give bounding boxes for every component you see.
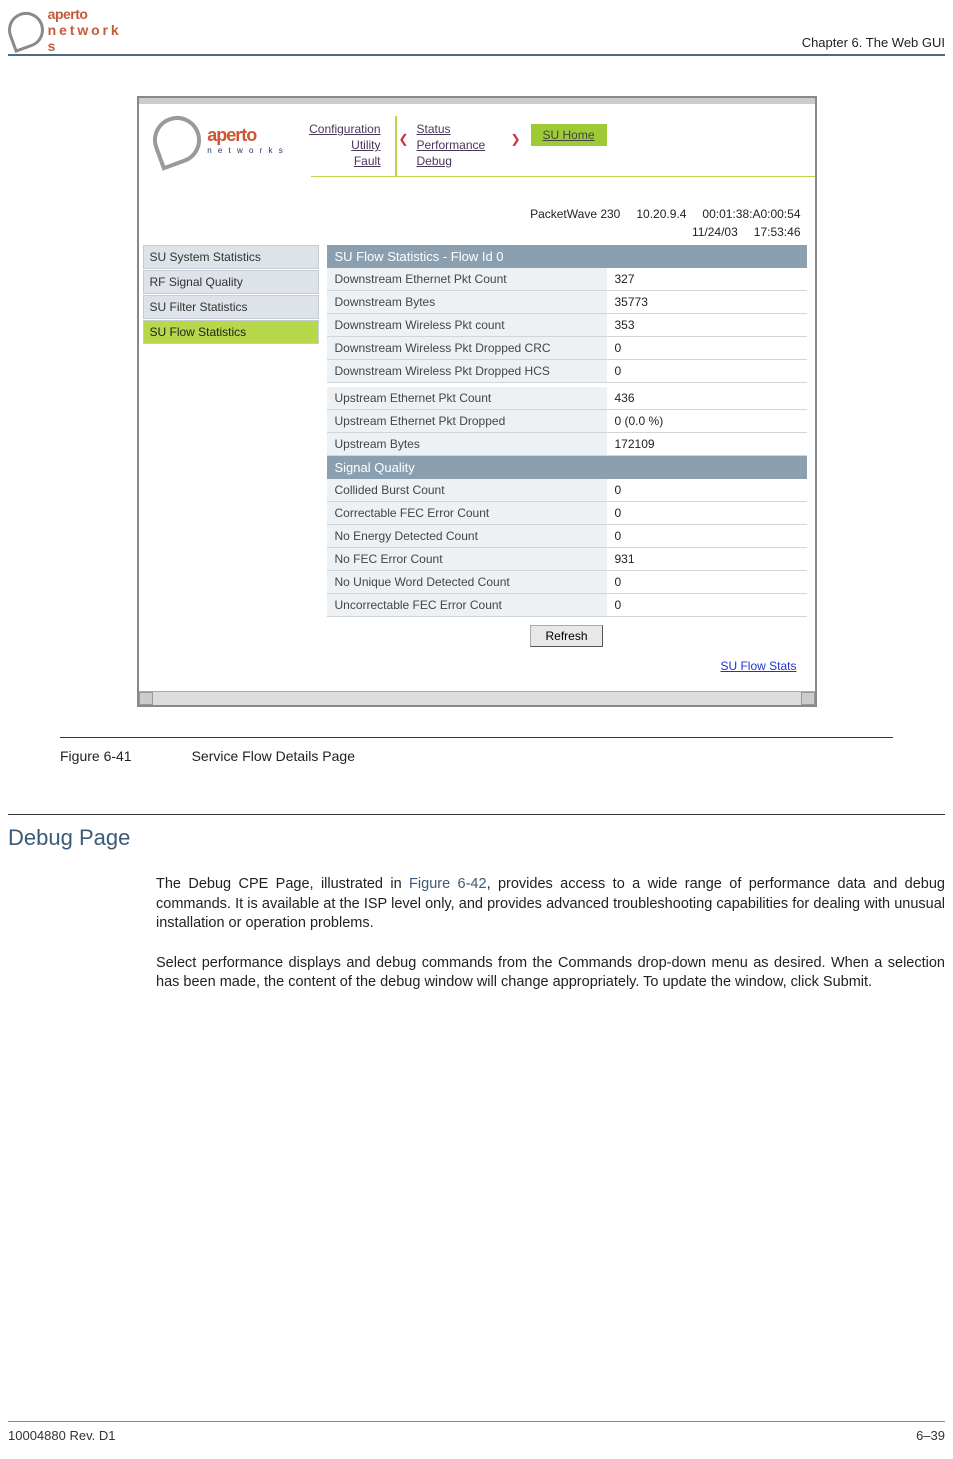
- nav-fault[interactable]: Fault: [306, 154, 381, 168]
- figure-reference: Figure 6-42: [409, 876, 487, 892]
- stat-label: No Energy Detected Count: [327, 525, 607, 547]
- stat-value: 0: [607, 337, 807, 359]
- body-paragraph-2: Select performance displays and debug co…: [0, 954, 953, 1013]
- stat-label: Downstream Wireless Pkt count: [327, 314, 607, 336]
- stat-value: 0: [607, 571, 807, 593]
- stat-label: Downstream Wireless Pkt Dropped CRC: [327, 337, 607, 359]
- stat-value: 35773: [607, 291, 807, 313]
- nav-configuration[interactable]: Configuration: [306, 122, 381, 136]
- stat-label: Downstream Ethernet Pkt Count: [327, 268, 607, 290]
- sidebar-item-filter-stats[interactable]: SU Filter Statistics: [143, 295, 319, 319]
- stat-label: No Unique Word Detected Count: [327, 571, 607, 593]
- stat-value: 0: [607, 502, 807, 524]
- header-rule: [8, 54, 945, 56]
- nav-status[interactable]: Status: [417, 122, 493, 136]
- sidebar-item-system-stats[interactable]: SU System Statistics: [143, 245, 319, 269]
- device-mac: 00:01:38:A0:00:54: [702, 207, 800, 221]
- footer-page-number: 6–39: [916, 1428, 945, 1443]
- nav-performance[interactable]: Performance: [417, 138, 493, 152]
- table-title: SU Flow Statistics - Flow Id 0: [327, 245, 807, 268]
- stat-label: Upstream Ethernet Pkt Count: [327, 387, 607, 409]
- stat-value: 0: [607, 525, 807, 547]
- sidebar: SU System Statistics RF Signal Quality S…: [139, 245, 319, 681]
- sidebar-item-rf-signal[interactable]: RF Signal Quality: [143, 270, 319, 294]
- stat-label: No FEC Error Count: [327, 548, 607, 570]
- logo-text: aperto: [48, 6, 128, 22]
- su-home-button[interactable]: SU Home: [531, 124, 607, 146]
- stat-value: 0: [607, 360, 807, 382]
- device-ip: 10.20.9.4: [636, 207, 686, 221]
- section-signal-quality: Signal Quality: [327, 456, 807, 479]
- nav-debug[interactable]: Debug: [417, 154, 493, 168]
- logo-swirl-icon: [3, 7, 49, 53]
- logo-subtext: n e t w o r k s: [48, 22, 128, 54]
- stat-label: Upstream Ethernet Pkt Dropped: [327, 410, 607, 432]
- nav-group-right: Status Performance Debug: [397, 116, 507, 176]
- stat-label: Upstream Bytes: [327, 433, 607, 455]
- nav-group-left: Configuration Utility Fault: [292, 116, 397, 176]
- stat-label: Downstream Bytes: [327, 291, 607, 313]
- stat-value: 436: [607, 387, 807, 409]
- footer-docid: 10004880 Rev. D1: [8, 1428, 115, 1443]
- gui-logo: aperto n e t w o r k s: [147, 110, 292, 170]
- stat-value: 0 (0.0 %): [607, 410, 807, 432]
- stat-value: 327: [607, 268, 807, 290]
- figure-number: Figure 6-41: [60, 748, 132, 764]
- logo-swirl-icon: [146, 109, 208, 171]
- stat-label: Downstream Wireless Pkt Dropped HCS: [327, 360, 607, 382]
- stat-value: 931: [607, 548, 807, 570]
- chapter-title: Chapter 6. The Web GUI: [802, 35, 945, 50]
- device-time: 17:53:46: [754, 225, 801, 239]
- sidebar-item-flow-stats[interactable]: SU Flow Statistics: [143, 320, 319, 344]
- body-paragraph-1: The Debug CPE Page, illustrated in Figur…: [0, 875, 953, 954]
- figure-title: Service Flow Details Page: [192, 748, 355, 764]
- nav-utility[interactable]: Utility: [306, 138, 381, 152]
- web-gui-screenshot: aperto n e t w o r k s Configuration Uti…: [137, 96, 817, 707]
- stat-label: Collided Burst Count: [327, 479, 607, 501]
- refresh-button[interactable]: Refresh: [530, 625, 602, 647]
- stat-value: 0: [607, 594, 807, 616]
- device-date: 11/24/03: [692, 225, 738, 239]
- stat-label: Uncorrectable FEC Error Count: [327, 594, 607, 616]
- scroll-right-icon[interactable]: [801, 692, 815, 705]
- device-model: PacketWave 230: [530, 207, 620, 221]
- horizontal-scrollbar[interactable]: [139, 691, 815, 705]
- stat-value: 172109: [607, 433, 807, 455]
- stat-label: Correctable FEC Error Count: [327, 502, 607, 524]
- main-panel: SU Flow Statistics - Flow Id 0 Downstrea…: [319, 245, 807, 681]
- stat-value: 0: [607, 479, 807, 501]
- doc-logo: aperto n e t w o r k s: [8, 10, 128, 50]
- section-heading: Debug Page: [0, 815, 953, 875]
- gui-logo-subtext: n e t w o r k s: [207, 146, 285, 155]
- su-flow-stats-link[interactable]: SU Flow Stats: [720, 659, 796, 673]
- gui-logo-text: aperto: [207, 125, 285, 146]
- stat-value: 353: [607, 314, 807, 336]
- scroll-left-icon[interactable]: [139, 692, 153, 705]
